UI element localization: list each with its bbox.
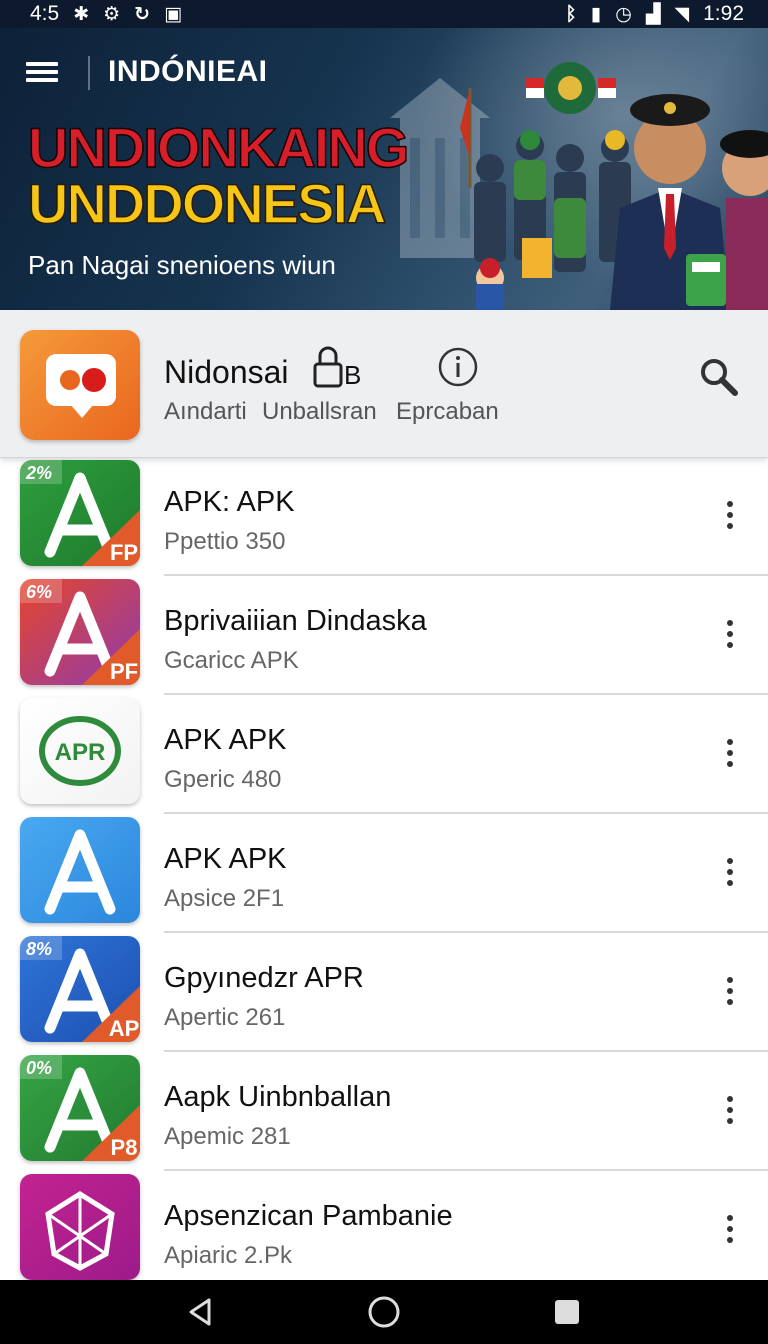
status-time-left: 4:5	[30, 2, 60, 25]
chat-bubble-icon[interactable]	[20, 330, 140, 440]
hamburger-line	[26, 78, 58, 82]
list-divider	[164, 574, 768, 576]
info-icon[interactable]	[437, 346, 479, 388]
bluetooth-icon: ᛒ	[565, 3, 577, 25]
app-title-text: APK APK	[164, 724, 287, 756]
more-options-icon[interactable]	[716, 1212, 744, 1248]
svg-text:0%: 0%	[26, 1058, 52, 1078]
alarm-icon: ◷	[615, 3, 632, 25]
app-title-text: APK APK	[164, 843, 287, 875]
signal-icon: ▟	[645, 3, 661, 25]
app-icon[interactable]: PF 6%	[20, 579, 140, 685]
svg-text:6%: 6%	[26, 582, 52, 602]
list-divider	[164, 931, 768, 933]
back-button[interactable]	[181, 1292, 221, 1332]
status-right: ᛒ ▮ ◷ ▟ ◥ 1:92	[565, 2, 744, 26]
featured-meta-2: Unballsran	[262, 398, 377, 425]
recents-icon	[554, 1300, 579, 1324]
notification-icon: ✱	[73, 3, 90, 25]
app-icon[interactable]	[20, 817, 140, 923]
back-icon	[189, 1298, 211, 1326]
people-illustration	[460, 62, 768, 310]
app-icon[interactable]: APR	[20, 698, 140, 804]
app-subtitle-text: Apsice 2F1	[164, 885, 285, 912]
app-icon[interactable]	[20, 1174, 140, 1280]
status-left: 4:5 ✱ ⚙ ↻ ▣	[30, 2, 182, 26]
app-subtitle-text: Ppettio 350	[164, 528, 286, 555]
hero-banner: INDÓNIEAI UNDIONKAING UNDDONESIA Pan Nag…	[0, 28, 768, 310]
app-icon[interactable]: FP 2%	[20, 460, 140, 566]
wifi-icon: ◥	[674, 3, 690, 25]
list-divider	[164, 812, 768, 814]
app-icon[interactable]: P8 0%	[20, 1055, 140, 1161]
app-list-item[interactable]: APR APK APK Gperic 480	[0, 696, 768, 814]
battery-icon: ▮	[590, 3, 602, 25]
hero-subtitle: Pan Nagai snenioens wiun	[28, 250, 336, 280]
app-list-item[interactable]: APK APK Apsice 2F1	[0, 815, 768, 933]
app-list-item[interactable]: P8 0% Aapk Uinbnballan Apemic 281	[0, 1053, 768, 1171]
app-subtitle-text: Gcaricc APK	[164, 647, 299, 674]
recents-button[interactable]	[547, 1292, 587, 1332]
app-title-text: Aapk Uinbnballan	[164, 1081, 392, 1113]
featured-meta-1: Aındarti	[164, 398, 247, 425]
app-subtitle-text: Apertic 261	[164, 1004, 286, 1031]
app-list-item[interactable]: PF 6% Bprivaiiian Dindaska Gcaricc APK	[0, 577, 768, 695]
svg-text:8%: 8%	[26, 939, 52, 959]
app-title-text: Gpyınedzr APR	[164, 962, 364, 994]
headline-line-2: UNDDONESIA	[27, 172, 387, 235]
featured-app-name: Nidonsai	[164, 354, 289, 390]
menu-button[interactable]	[22, 58, 62, 88]
app-icon[interactable]: AP 8%	[20, 936, 140, 1042]
list-divider	[164, 1169, 768, 1171]
svg-text:P8: P8	[111, 1135, 138, 1160]
bubble-dot	[60, 370, 80, 390]
app-title-text: Apsenzican Pambanie	[164, 1200, 453, 1232]
home-icon	[368, 1296, 400, 1328]
more-options-icon[interactable]	[716, 1093, 744, 1129]
app-list-item[interactable]: AP 8% Gpyınedzr APR Apertic 261	[0, 934, 768, 1052]
list-divider	[164, 1050, 768, 1052]
status-time-right: 1:92	[703, 2, 744, 25]
svg-text:2%: 2%	[25, 463, 52, 483]
svg-text:AP: AP	[109, 1016, 140, 1041]
app-list-item[interactable]: Apsenzican Pambanie Apiaric 2.Pk	[0, 1172, 768, 1280]
app-subtitle-text: Apemic 281	[164, 1123, 291, 1150]
app-list: FP 2% APK: APK Ppettio 350 PF 6% Bprivaiiian D…	[0, 458, 768, 1280]
app-subtitle-text: Apiaric 2.Pk	[164, 1242, 293, 1269]
home-button[interactable]	[364, 1292, 404, 1332]
app-title-text: Bprivaiiian Dindaska	[164, 605, 427, 637]
image-icon: ▣	[164, 3, 183, 25]
hamburger-icon	[26, 62, 58, 66]
search-icon[interactable]	[698, 356, 740, 398]
more-options-icon[interactable]	[716, 617, 744, 653]
status-bar: 4:5 ✱ ⚙ ↻ ▣ ᛒ ▮ ◷ ▟ ◥ 1:92	[0, 0, 768, 28]
sync-icon: ↻	[134, 3, 151, 25]
gear-icon: ⚙	[103, 3, 121, 25]
app-title-text: APK: APK	[164, 486, 295, 518]
header-divider	[88, 56, 90, 90]
app-list-item[interactable]: FP 2% APK: APK Ppettio 350	[0, 458, 768, 576]
svg-text:APR: APR	[55, 739, 106, 766]
svg-text:FP: FP	[110, 540, 138, 565]
featured-app-card[interactable]	[0, 310, 768, 458]
list-divider	[164, 693, 768, 695]
more-options-icon[interactable]	[716, 498, 744, 534]
hamburger-line	[26, 70, 58, 74]
headline-line-1: UNDIONKAING	[27, 116, 410, 179]
featured-meta-3: Eprcaban	[396, 398, 499, 425]
app-title: INDÓNIEAI	[108, 55, 268, 88]
more-options-icon[interactable]	[716, 736, 744, 772]
more-options-icon[interactable]	[716, 855, 744, 891]
app-subtitle-text: Gperic 480	[164, 766, 282, 793]
svg-text:PF: PF	[110, 659, 138, 684]
more-options-icon[interactable]	[716, 974, 744, 1010]
svg-text:B: B	[344, 360, 361, 390]
bubble-dot	[82, 368, 106, 392]
navigation-bar	[0, 1280, 768, 1344]
lock-icon[interactable]: B	[312, 344, 366, 390]
